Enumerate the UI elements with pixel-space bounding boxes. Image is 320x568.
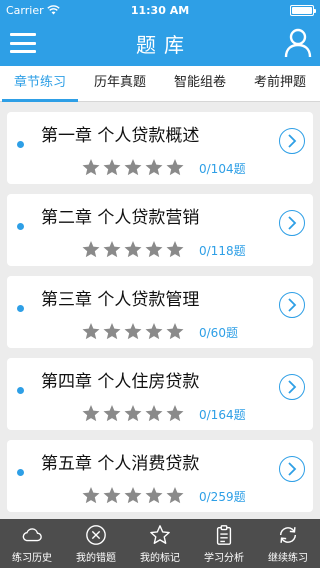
star-icon [103, 241, 121, 258]
chapter-card[interactable]: 第四章 个人住房贷款 0/164题 [7, 358, 313, 430]
chapter-title: 第四章 个人住房贷款 [41, 372, 200, 392]
star-icon [145, 241, 163, 258]
chevron-right-icon[interactable] [279, 210, 305, 236]
bottom-tab-label: 继续练习 [268, 553, 308, 564]
star-icon [82, 241, 100, 258]
bullet-dot [17, 141, 24, 148]
star-icon [124, 323, 142, 340]
bottom-tab-bar: 练习历史 我的错题 我的标记 学习分析 继续练习 [0, 519, 320, 568]
bottom-tab-label: 练习历史 [12, 553, 52, 564]
bullet-dot [17, 387, 24, 394]
star-icon [166, 159, 184, 176]
chapter-card[interactable]: 第五章 个人消费贷款 0/259题 [7, 440, 313, 512]
star-icon [166, 405, 184, 422]
star-icon [166, 241, 184, 258]
chevron-right-icon[interactable] [279, 456, 305, 482]
tab-pre-exam[interactable]: 考前押题 [240, 66, 320, 101]
bottom-tab-analysis[interactable]: 学习分析 [192, 519, 256, 568]
close-circle-icon [86, 525, 106, 545]
progress-count: 0/60题 [199, 326, 238, 340]
star-rating [81, 158, 185, 176]
star-icon [145, 487, 163, 504]
bullet-dot [17, 469, 24, 476]
cloud-icon [22, 528, 42, 542]
status-bar: Carrier 11:30 AM [0, 0, 320, 20]
battery-icon [290, 4, 316, 16]
bottom-tab-marks[interactable]: 我的标记 [128, 519, 192, 568]
bullet-dot [17, 305, 24, 312]
tab-smart-paper[interactable]: 智能组卷 [160, 66, 240, 101]
progress-count: 0/118题 [199, 244, 246, 258]
user-icon[interactable] [284, 28, 312, 58]
chapter-title: 第五章 个人消费贷款 [41, 454, 200, 474]
bottom-tab-continue[interactable]: 继续练习 [256, 519, 320, 568]
chapter-list: 第一章 个人贷款概述 0/104题第二章 个人贷款营销 0/118题第三章 个人贷款… [7, 112, 313, 522]
bottom-tab-label: 我的错题 [76, 553, 116, 564]
star-icon [124, 241, 142, 258]
chapter-title: 第二章 个人贷款营销 [41, 208, 200, 228]
nav-bar: 题库 [0, 20, 320, 66]
chevron-right-icon[interactable] [279, 374, 305, 400]
chapter-card[interactable]: 第三章 个人贷款管理 0/60题 [7, 276, 313, 348]
star-icon [103, 323, 121, 340]
status-left: Carrier [6, 4, 60, 17]
star-icon [82, 487, 100, 504]
star-rating [81, 404, 185, 422]
clipboard-icon [216, 525, 232, 545]
chevron-right-icon[interactable] [279, 292, 305, 318]
chapter-title: 第一章 个人贷款概述 [41, 126, 200, 146]
star-icon [145, 323, 163, 340]
star-icon [82, 159, 100, 176]
wifi-icon [46, 5, 60, 15]
tab-past-exams[interactable]: 历年真题 [80, 66, 160, 101]
star-rating [81, 322, 185, 340]
star-rating [81, 240, 185, 258]
bottom-tab-wrong-answers[interactable]: 我的错题 [64, 519, 128, 568]
bottom-tab-label: 我的标记 [140, 553, 180, 564]
progress-count: 0/259题 [199, 490, 246, 504]
tab-bar: 章节练习 历年真题 智能组卷 考前押题 [0, 66, 320, 102]
carrier-label: Carrier [6, 3, 44, 17]
star-icon [124, 405, 142, 422]
star-icon [166, 487, 184, 504]
star-icon [82, 323, 100, 340]
star-outline-icon [150, 525, 170, 544]
page-title: 题库 [136, 32, 192, 57]
progress-count: 0/104题 [199, 162, 246, 176]
star-icon [103, 487, 121, 504]
star-icon [82, 405, 100, 422]
chapter-card[interactable]: 第一章 个人贷款概述 0/104题 [7, 112, 313, 184]
tab-chapter-practice[interactable]: 章节练习 [0, 66, 80, 102]
progress-count: 0/164题 [199, 408, 246, 422]
star-icon [145, 159, 163, 176]
menu-icon[interactable] [10, 30, 36, 56]
star-icon [145, 405, 163, 422]
chapter-card[interactable]: 第二章 个人贷款营销 0/118题 [7, 194, 313, 266]
chevron-right-icon[interactable] [279, 128, 305, 154]
star-icon [166, 323, 184, 340]
star-icon [103, 159, 121, 176]
star-icon [103, 405, 121, 422]
refresh-icon [279, 527, 297, 543]
star-icon [124, 487, 142, 504]
star-icon [124, 159, 142, 176]
bottom-tab-label: 学习分析 [204, 553, 244, 564]
bullet-dot [17, 223, 24, 230]
star-rating [81, 486, 185, 504]
bottom-tab-history[interactable]: 练习历史 [0, 519, 64, 568]
chapter-title: 第三章 个人贷款管理 [41, 290, 200, 310]
